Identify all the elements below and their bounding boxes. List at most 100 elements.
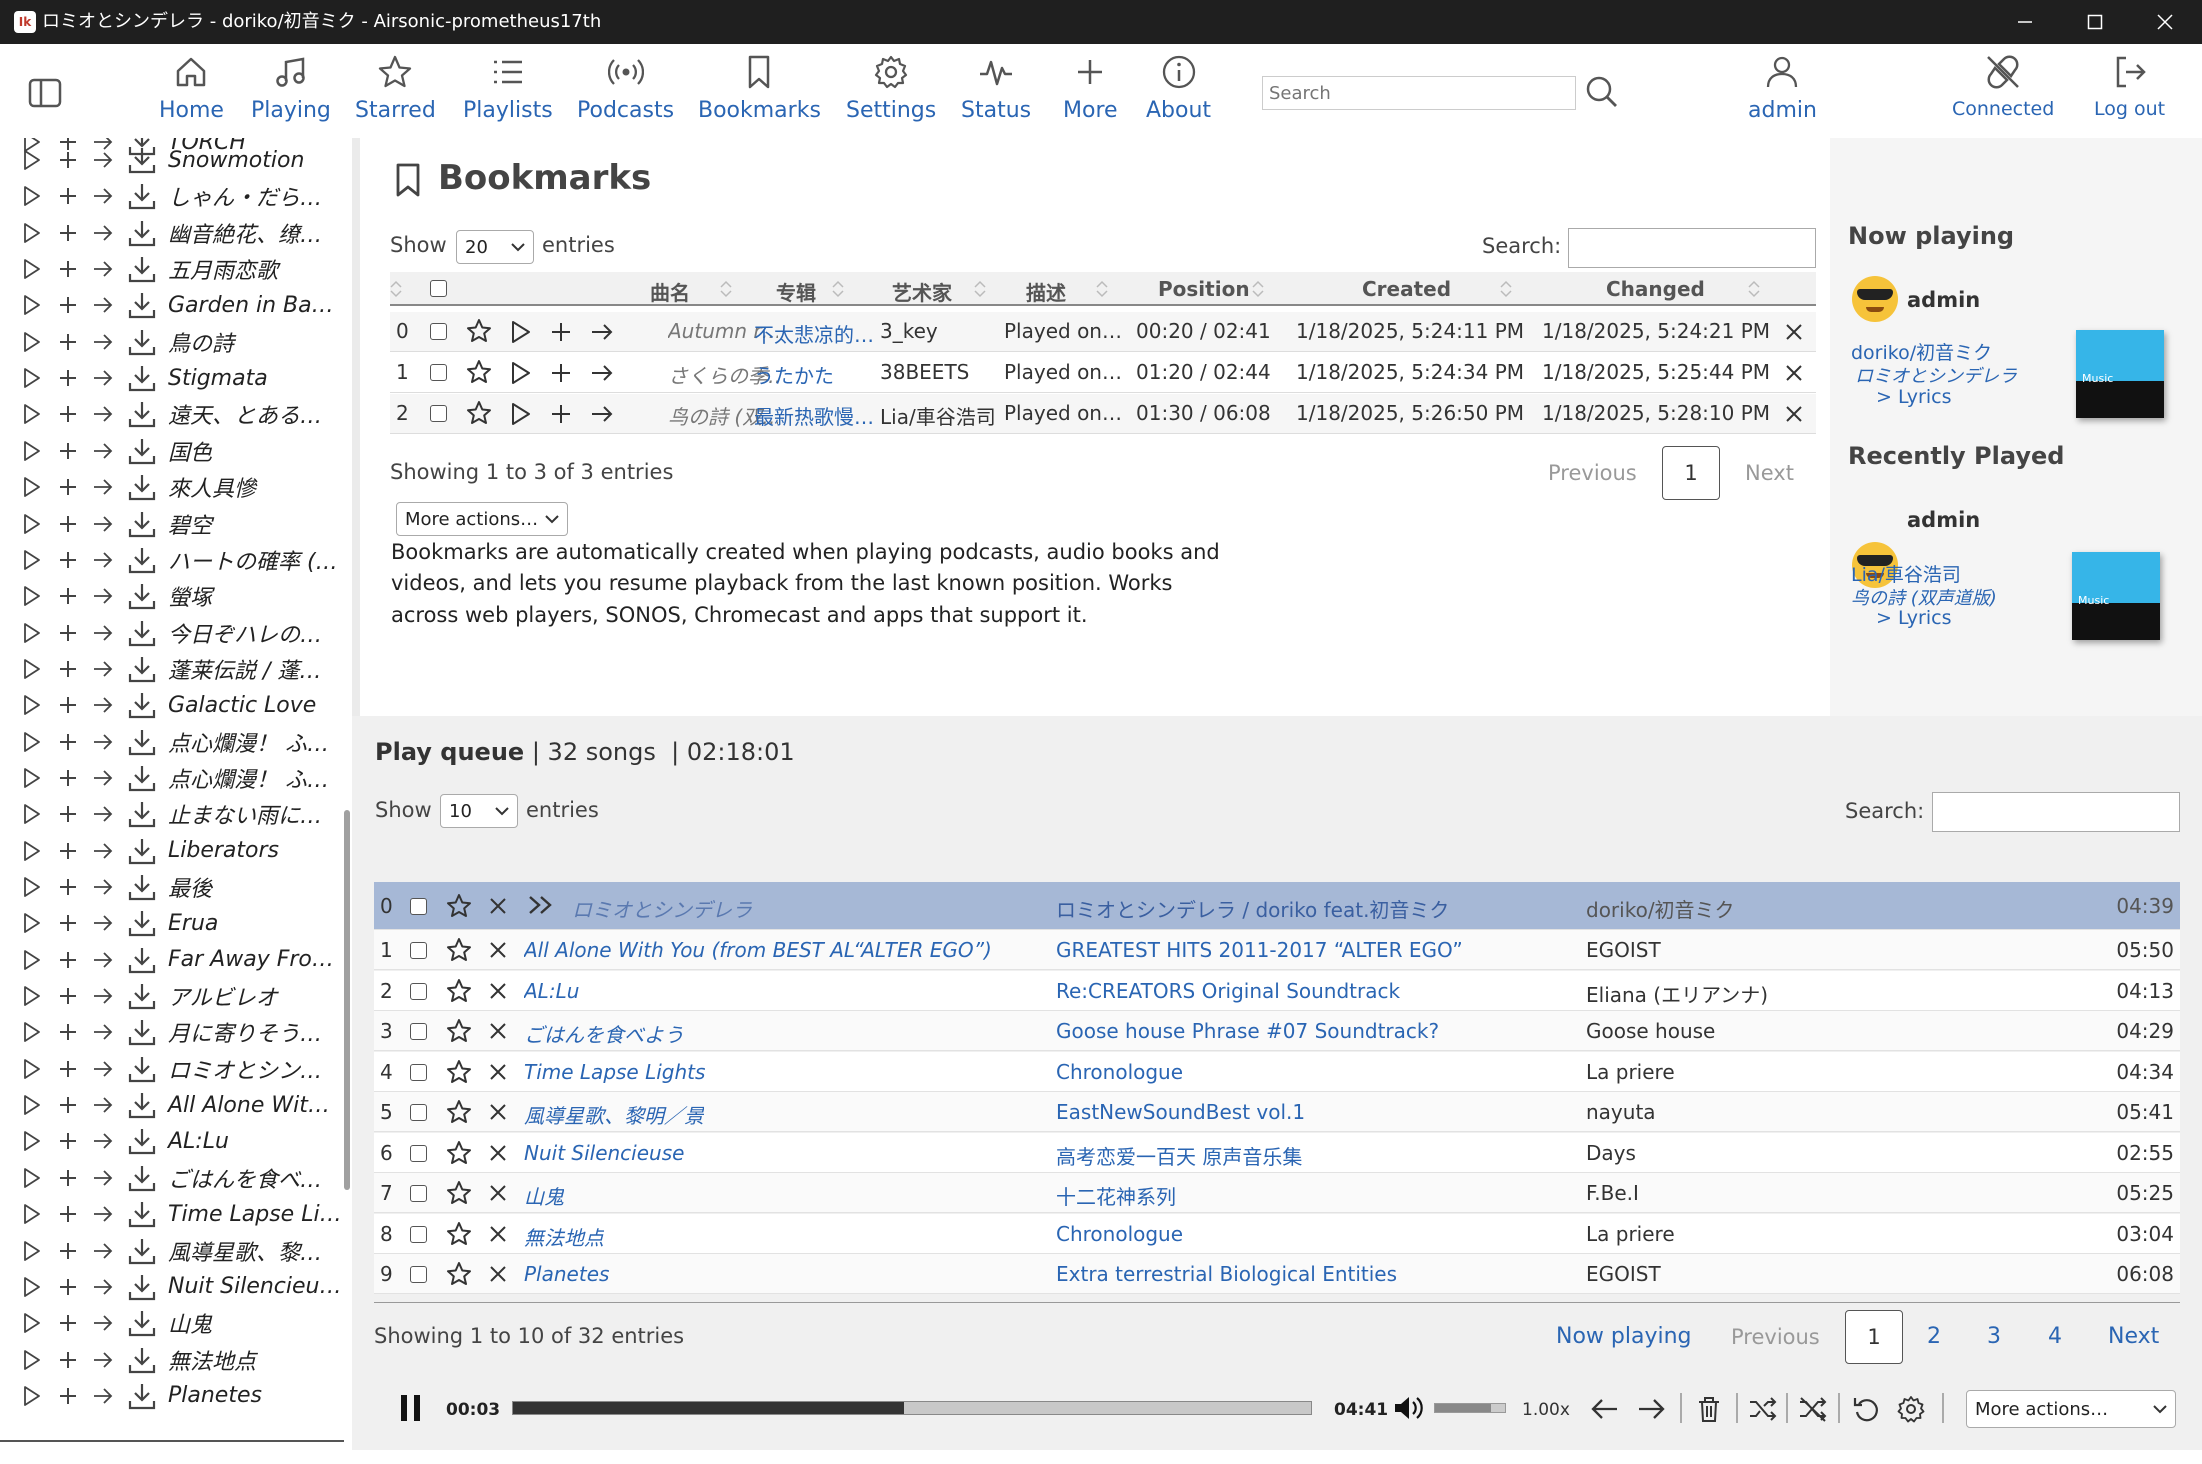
now-playing-cover[interactable]: Music bbox=[2076, 330, 2164, 418]
sidebar-item-label[interactable]: Planetes bbox=[168, 1383, 262, 1408]
bm-row-artist[interactable]: 38BEETS bbox=[880, 360, 1004, 384]
star-button[interactable] bbox=[446, 1059, 472, 1085]
queue-row-album[interactable]: Extra terrestrial Biological Entities bbox=[1056, 1262, 1397, 1286]
player-settings-button[interactable] bbox=[1896, 1395, 1926, 1423]
volume-slider[interactable] bbox=[1434, 1403, 1506, 1413]
sidebar-item-label[interactable]: 無法地点 bbox=[168, 1344, 256, 1376]
queue-row-title[interactable]: 無法地点 bbox=[524, 1222, 604, 1251]
previous-track-button[interactable] bbox=[1590, 1395, 1620, 1423]
play-button[interactable] bbox=[22, 294, 42, 316]
nav-playlists[interactable]: Playlists bbox=[463, 54, 553, 123]
nav-about[interactable]: About bbox=[1146, 54, 1211, 123]
play-button[interactable] bbox=[22, 1312, 42, 1334]
bm-page-size-select[interactable]: 20 bbox=[456, 230, 534, 264]
bm-col-created[interactable]: Created bbox=[1362, 277, 1451, 301]
queue-row-artist[interactable]: Days bbox=[1586, 1141, 1636, 1165]
download-button[interactable] bbox=[127, 1308, 157, 1338]
queue-row-checkbox[interactable] bbox=[410, 1104, 427, 1121]
add-button[interactable] bbox=[58, 514, 78, 534]
add-button[interactable] bbox=[58, 1277, 78, 1297]
add-button[interactable] bbox=[58, 1022, 78, 1042]
sidebar-toggle-button[interactable] bbox=[28, 78, 62, 108]
nav-status[interactable]: Status bbox=[961, 54, 1031, 123]
maximize-button[interactable] bbox=[2060, 0, 2130, 44]
sidebar-item-label[interactable]: 最後 bbox=[168, 871, 212, 903]
star-button[interactable] bbox=[446, 1261, 472, 1287]
play-button[interactable] bbox=[22, 149, 42, 171]
sidebar-item-label[interactable]: 今日ぞハレの… bbox=[168, 617, 322, 649]
sidebar-scrollbar[interactable] bbox=[344, 810, 350, 1190]
play-next-button[interactable] bbox=[92, 404, 114, 424]
queue-row-album[interactable]: Re:CREATORS Original Soundtrack bbox=[1056, 979, 1400, 1003]
play-next-button[interactable] bbox=[92, 514, 114, 534]
sidebar-item-label[interactable]: 止まない雨に… bbox=[168, 798, 322, 830]
bm-col-position[interactable]: Position bbox=[1158, 277, 1250, 301]
download-button[interactable] bbox=[127, 1017, 157, 1047]
play-button[interactable] bbox=[22, 585, 42, 607]
sort-queue-button[interactable] bbox=[1798, 1395, 1828, 1423]
bm-row-checkbox[interactable] bbox=[430, 323, 447, 340]
bm-row-checkbox[interactable] bbox=[430, 405, 447, 422]
queue-row-album[interactable]: Goose house Phrase #07 Soundtrack? bbox=[1056, 1019, 1439, 1043]
nav-bookmarks[interactable]: Bookmarks bbox=[698, 54, 821, 123]
play-button[interactable] bbox=[22, 1130, 42, 1152]
play-button[interactable] bbox=[22, 185, 42, 207]
mute-button[interactable] bbox=[1392, 1394, 1424, 1422]
play-button[interactable] bbox=[22, 1021, 42, 1043]
add-button[interactable] bbox=[58, 150, 78, 170]
queue-row-checkbox[interactable] bbox=[410, 1063, 427, 1081]
remove-button[interactable] bbox=[488, 1062, 508, 1082]
download-button[interactable] bbox=[127, 1236, 157, 1266]
sidebar-item-label[interactable]: 点心爛漫！ ふ… bbox=[168, 726, 329, 758]
sidebar-item-label[interactable]: 五月雨恋歌 bbox=[168, 253, 278, 285]
play-next-button[interactable] bbox=[92, 659, 114, 679]
sidebar-item-label[interactable]: ロミオとシン… bbox=[168, 1053, 322, 1085]
download-button[interactable] bbox=[127, 908, 157, 938]
play-next-button[interactable] bbox=[92, 1059, 114, 1079]
play-button[interactable] bbox=[22, 1058, 42, 1080]
remove-button[interactable] bbox=[488, 1102, 508, 1122]
play-next-button[interactable] bbox=[92, 1022, 114, 1042]
queue-row-checkbox[interactable] bbox=[410, 982, 427, 1000]
play-next-button[interactable] bbox=[92, 950, 114, 970]
queue-row-title[interactable]: All Alone With You (from BEST AL“ALTER E… bbox=[524, 938, 992, 962]
nav-podcasts[interactable]: Podcasts bbox=[577, 54, 674, 123]
sidebar-item-label[interactable]: アルビレオ bbox=[168, 980, 278, 1012]
play-next-button[interactable] bbox=[92, 259, 114, 279]
play-next-button[interactable] bbox=[92, 368, 114, 388]
play-button[interactable] bbox=[510, 361, 532, 385]
play-next-button[interactable] bbox=[92, 586, 114, 606]
add-button[interactable] bbox=[58, 913, 78, 933]
nav-settings[interactable]: Settings bbox=[846, 54, 936, 123]
add-button[interactable] bbox=[58, 1386, 78, 1406]
bm-col-description[interactable]: 描述 bbox=[1026, 277, 1066, 306]
play-next-button[interactable] bbox=[92, 913, 114, 933]
star-button[interactable] bbox=[446, 1140, 472, 1166]
play-next-button[interactable] bbox=[92, 1277, 114, 1297]
bm-search-input[interactable] bbox=[1568, 228, 1816, 268]
queue-row-title[interactable]: 山鬼 bbox=[524, 1181, 564, 1210]
delete-bookmark-button[interactable] bbox=[1784, 322, 1804, 342]
play-next-button[interactable] bbox=[92, 804, 114, 824]
sidebar-item-label[interactable]: 月に寄りそう… bbox=[168, 1016, 322, 1048]
bm-select-all-checkbox[interactable] bbox=[430, 280, 447, 297]
download-button[interactable] bbox=[127, 1199, 157, 1229]
recently-played-artist-link[interactable]: Lia/車谷浩司 bbox=[1851, 560, 1961, 587]
nav-home[interactable]: Home bbox=[159, 54, 224, 123]
bm-next-button[interactable]: Next bbox=[1745, 461, 1794, 485]
add-button[interactable] bbox=[58, 1313, 78, 1333]
download-button[interactable] bbox=[127, 509, 157, 539]
queue-row-title[interactable]: Planetes bbox=[524, 1262, 609, 1286]
play-button[interactable] bbox=[22, 622, 42, 644]
nav-starred[interactable]: Starred bbox=[355, 54, 436, 123]
add-button[interactable] bbox=[58, 259, 78, 279]
play-button[interactable] bbox=[22, 549, 42, 571]
play-button[interactable] bbox=[22, 513, 42, 535]
queue-row-artist[interactable]: EGOIST bbox=[1586, 938, 1661, 962]
queue-row-checkbox[interactable] bbox=[410, 1185, 427, 1202]
download-button[interactable] bbox=[127, 1090, 157, 1120]
pause-button[interactable] bbox=[398, 1393, 424, 1423]
delete-bookmark-button[interactable] bbox=[1784, 404, 1804, 424]
play-button[interactable] bbox=[22, 731, 42, 753]
add-button[interactable] bbox=[58, 223, 78, 243]
